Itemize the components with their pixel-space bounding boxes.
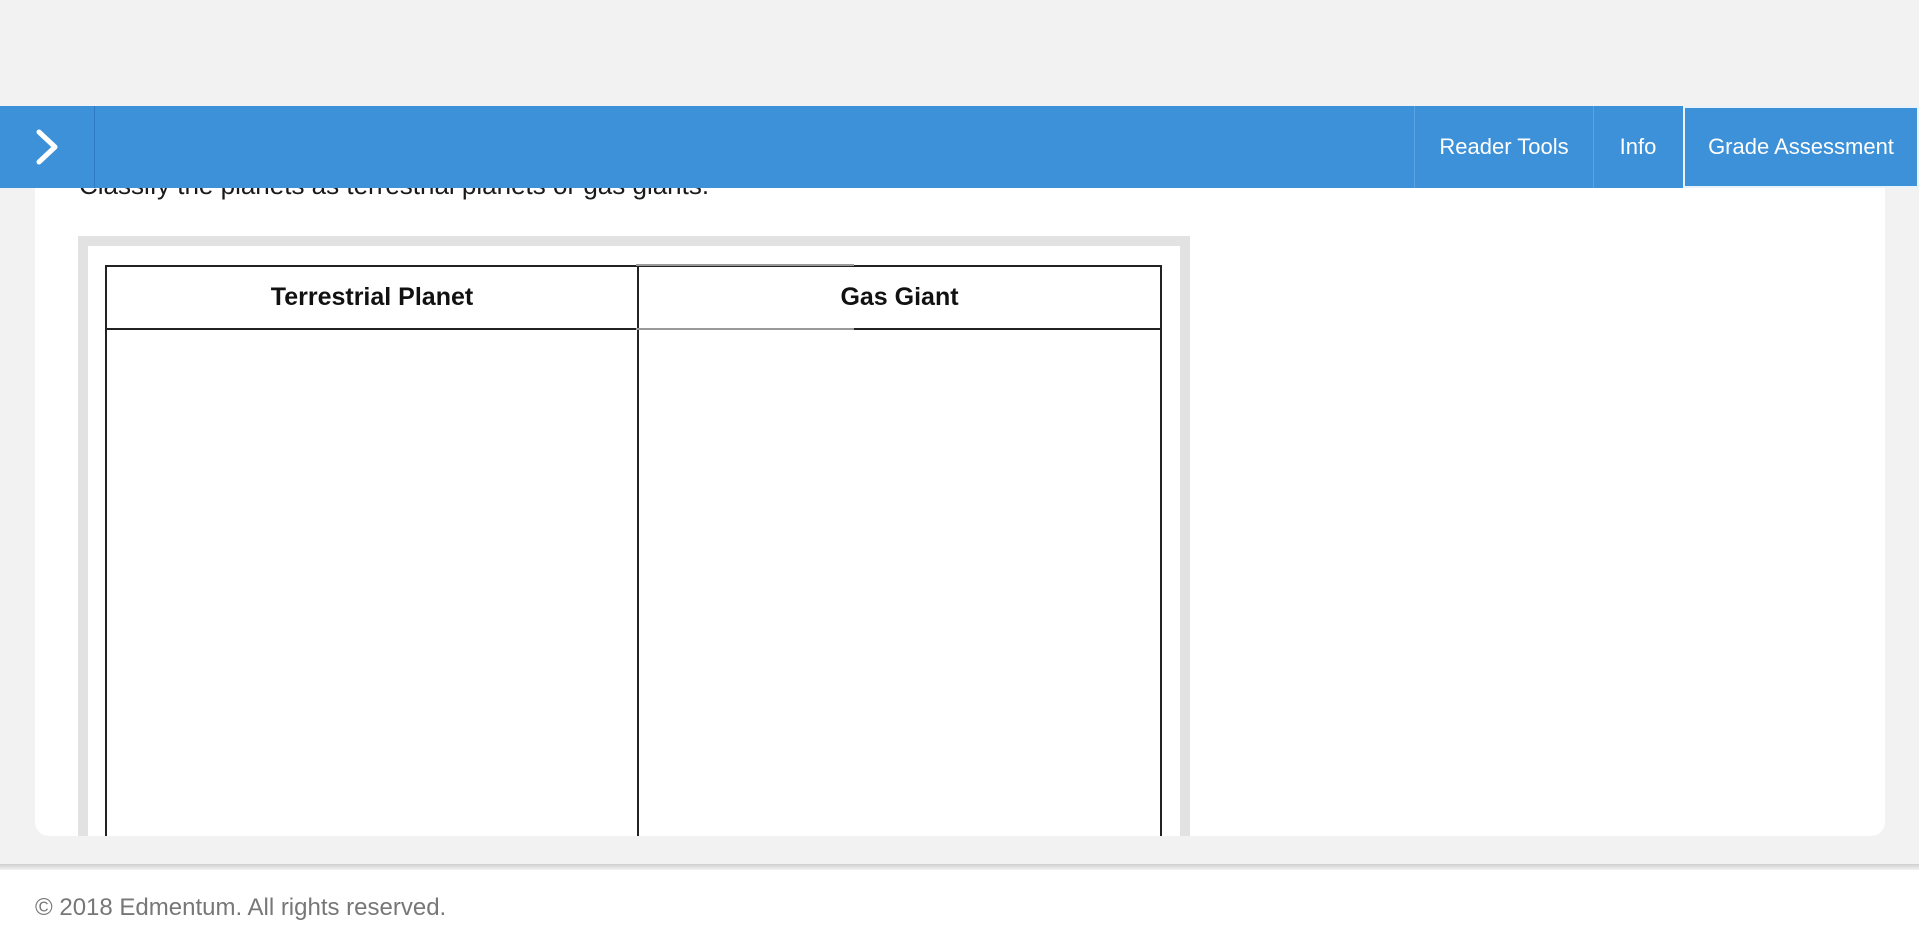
drop-zone-row bbox=[105, 328, 1162, 836]
reader-tools-button[interactable]: Reader Tools bbox=[1414, 106, 1593, 188]
top-toolbar: Reader Tools Info Grade Assessment bbox=[0, 106, 1919, 188]
table-header-row: Terrestrial Planet Gas Giant bbox=[105, 265, 1162, 330]
question-card: Classify the planets as terrestrial plan… bbox=[35, 150, 1885, 836]
chevron-right-icon bbox=[36, 129, 58, 165]
column-header-terrestrial: Terrestrial Planet bbox=[105, 265, 639, 330]
footer: © 2018 Edmentum. All rights reserved. bbox=[0, 870, 1919, 941]
classification-table: Terrestrial Planet Gas Giant bbox=[105, 265, 1162, 836]
drop-zone-terrestrial[interactable] bbox=[105, 328, 639, 836]
sorting-board: Terrestrial Planet Gas Giant bbox=[78, 236, 1190, 836]
info-button[interactable]: Info bbox=[1593, 106, 1682, 188]
drop-zone-gas-giant[interactable] bbox=[637, 328, 1162, 836]
sorting-board-inner: Terrestrial Planet Gas Giant bbox=[88, 246, 1180, 836]
copyright-text: © 2018 Edmentum. All rights reserved. bbox=[35, 894, 447, 921]
column-header-gas-giant: Gas Giant bbox=[637, 265, 1162, 330]
sidebar-toggle-button[interactable] bbox=[0, 106, 95, 188]
grade-assessment-button[interactable]: Grade Assessment bbox=[1683, 106, 1919, 188]
